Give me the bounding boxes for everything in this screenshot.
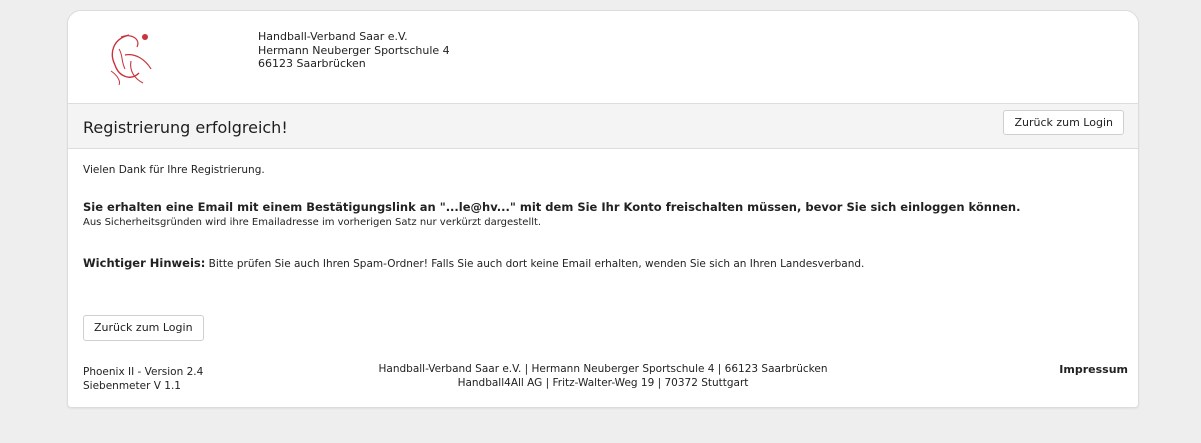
- email-notice: Sie erhalten eine Email mit einem Bestät…: [83, 200, 1021, 214]
- sub-version-text: Siebenmeter V 1.1: [83, 380, 181, 392]
- version-text: Phoenix II - Version 2.4: [83, 366, 204, 378]
- important-hint: Wichtiger Hinweis: Bitte prüfen Sie auch…: [83, 256, 864, 271]
- impressum-link[interactable]: Impressum: [1059, 363, 1128, 376]
- back-to-login-button[interactable]: Zurück zum Login: [83, 315, 204, 341]
- address-line-city: 66123 Saarbrücken: [258, 57, 366, 70]
- page-title: Registrierung erfolgreich!: [83, 118, 288, 137]
- version-info: Phoenix II - Version 2.4 Siebenmeter V 1…: [83, 365, 203, 393]
- footer-addresses: Handball-Verband Saar e.V. | Hermann Neu…: [303, 363, 903, 390]
- address-line-name: Handball-Verband Saar e.V.: [258, 30, 408, 43]
- back-to-login-button-top[interactable]: Zurück zum Login: [1003, 110, 1124, 135]
- security-notice: Aus Sicherheitsgründen wird ihre Emailad…: [83, 217, 542, 228]
- header: Handball-Verband Saar e.V. Hermann Neube…: [68, 11, 1138, 103]
- handball-verband-logo-icon: [101, 25, 165, 89]
- hint-label: Wichtiger Hinweis:: [83, 256, 206, 270]
- address-line-street: Hermann Neuberger Sportschule 4: [258, 43, 450, 57]
- association-address: Handball-Verband Saar e.V. Hermann Neube…: [258, 30, 450, 71]
- registration-card: Handball-Verband Saar e.V. Hermann Neube…: [67, 10, 1139, 408]
- footer-address-line1: Handball-Verband Saar e.V. | Hermann Neu…: [378, 363, 828, 375]
- footer-address-line2: Handball4All AG | Fritz-Walter-Weg 19 | …: [457, 376, 749, 389]
- title-bar: Registrierung erfolgreich! Zurück zum Lo…: [68, 103, 1138, 149]
- hint-text: Bitte prüfen Sie auch Ihren Spam-Ordner!…: [205, 258, 865, 270]
- thanks-text: Vielen Dank für Ihre Registrierung.: [83, 164, 265, 176]
